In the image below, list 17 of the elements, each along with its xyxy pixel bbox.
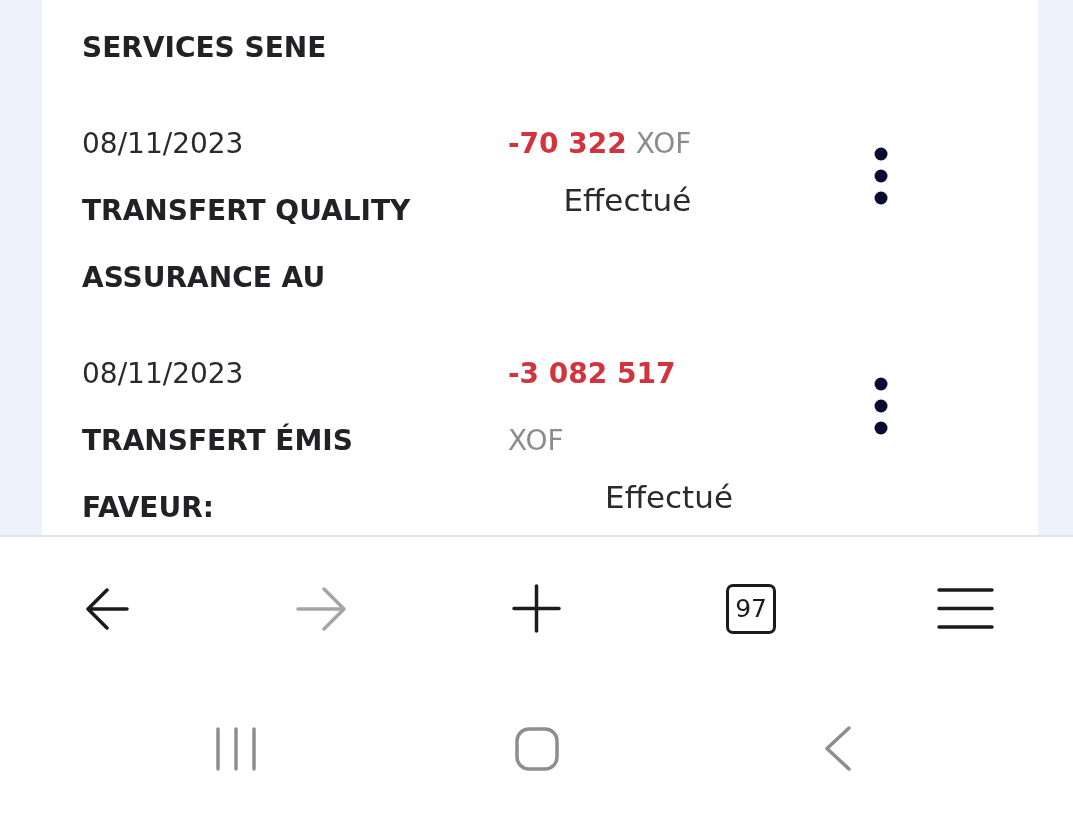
kebab-icon	[874, 377, 888, 435]
transaction-date: 08/11/2023	[82, 126, 245, 162]
amount-text: -3 082 517	[508, 356, 676, 392]
currency-text: XOF	[508, 423, 564, 459]
transaction-title: SERVICES SENE	[82, 30, 328, 66]
amount-text: -70 322	[508, 126, 627, 162]
back-chevron-icon	[824, 726, 852, 771]
transaction-date: 08/11/2023	[82, 356, 245, 392]
kebab-icon	[874, 147, 888, 205]
status-text: Effectué	[562, 181, 692, 220]
currency-text: XOF	[635, 126, 692, 162]
tab-count-button[interactable]: 97	[726, 583, 777, 634]
home-icon	[515, 726, 559, 771]
status-text: Effectué	[604, 478, 733, 517]
transaction-title: TRANSFERT QUALITY ASSURANCE AU	[82, 193, 412, 296]
transaction-title: TRANSFERT ÉMIS FAVEUR:	[82, 422, 354, 526]
recent-apps-icon	[215, 726, 258, 771]
